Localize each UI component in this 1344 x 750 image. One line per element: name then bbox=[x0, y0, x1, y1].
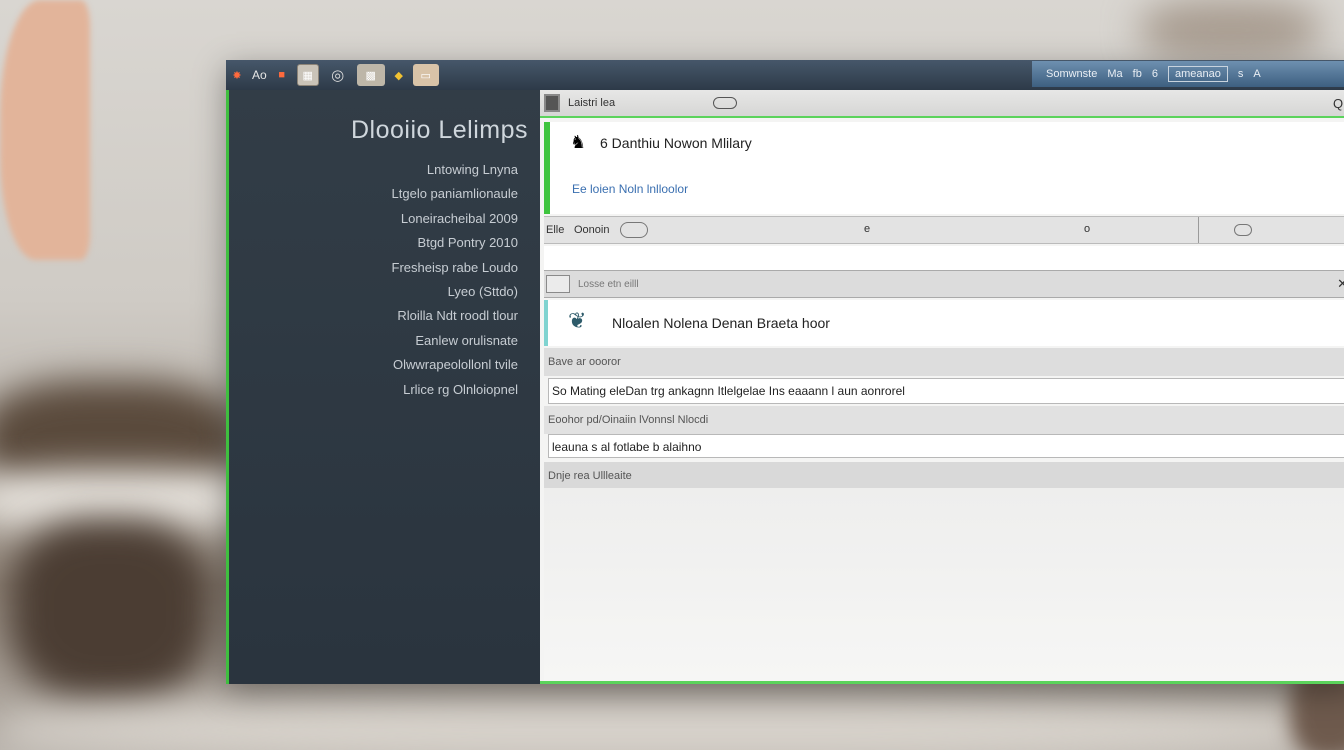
taskbar-app-label[interactable]: Ao bbox=[252, 68, 267, 82]
content-titlebar: Laistri lea Ql bbox=[540, 90, 1344, 118]
section-heading: Eoohor pd/Oinaiin lVonnsl Nlocdi bbox=[544, 406, 1344, 434]
background-floor bbox=[0, 700, 1344, 750]
toolbar-option[interactable]: e bbox=[864, 223, 870, 235]
toolbar-option[interactable]: o bbox=[1084, 223, 1090, 235]
corner-button[interactable]: Ql bbox=[1333, 96, 1344, 111]
background-lamp bbox=[1140, 0, 1320, 60]
tray-clock-box[interactable]: ameanao bbox=[1167, 66, 1228, 82]
section-heading: Bave ar oooror bbox=[544, 348, 1344, 376]
sidebar-item[interactable]: Lrlice rg Olnloiopnel bbox=[392, 378, 518, 402]
document-title: Nloalen Nolena Denan Braeta hoor bbox=[612, 315, 830, 331]
contact-avatar-icon: ♞ bbox=[570, 132, 587, 152]
tray-item[interactable]: s bbox=[1238, 68, 1244, 80]
flame-icon[interactable]: ✸ bbox=[230, 64, 244, 86]
sidebar-item[interactable]: Olwwrapeolollonl tvile bbox=[392, 353, 518, 377]
ring-app-icon[interactable]: ◎ bbox=[327, 64, 349, 86]
tray-item[interactable]: A bbox=[1253, 68, 1260, 80]
tray-item[interactable]: Ma bbox=[1107, 68, 1122, 80]
contact-card[interactable]: ♞ 6 Danthiu Nowon Mlilary Ee loien Noln … bbox=[544, 122, 1344, 214]
toggle-pill[interactable] bbox=[620, 222, 648, 238]
sidebar: Dlooiio Lelimps Lntowing Lnyna Ltgelo pa… bbox=[226, 90, 540, 684]
sidebar-item[interactable]: Lyeo (Sttdo) bbox=[392, 280, 518, 304]
photo-app-icon[interactable]: ▦ bbox=[296, 64, 319, 86]
taskbar-apps: ✸ Ao ■ ▦ ◎ ▩ ◆ ▭ bbox=[226, 64, 439, 86]
section-bar-label: Losse etn eilll bbox=[578, 279, 639, 290]
content-title: Laistri lea bbox=[568, 97, 616, 109]
section-bar: Losse etn eilll ✕ bbox=[544, 270, 1344, 298]
sidebar-item[interactable]: Lntowing Lnyna bbox=[392, 158, 518, 182]
image-app-icon[interactable]: ▩ bbox=[356, 64, 385, 86]
document-icon bbox=[544, 94, 560, 112]
taskbar: ✸ Ao ■ ▦ ◎ ▩ ◆ ▭ Somwnste Ma fb 6 ameana… bbox=[226, 60, 1344, 90]
sidebar-item[interactable]: Eanlew orulisnate bbox=[392, 329, 518, 353]
tray-item[interactable]: 6 bbox=[1152, 68, 1158, 80]
tab-options[interactable]: Oonoin bbox=[574, 224, 609, 236]
star-app-icon[interactable]: ◆ bbox=[393, 64, 405, 86]
sidebar-item[interactable]: Rloilla Ndt roodl tlour bbox=[392, 304, 518, 328]
leaf-icon: ❦ bbox=[568, 308, 587, 333]
empty-row bbox=[544, 246, 1344, 270]
sidebar-menu: Lntowing Lnyna Ltgelo paniamlionaule Lon… bbox=[392, 158, 518, 402]
contact-link[interactable]: Ee loien Noln lnlloolor bbox=[572, 182, 688, 196]
sidebar-item[interactable]: Btgd Pontry 2010 bbox=[392, 231, 518, 255]
sidebar-item[interactable]: Loneiracheibal 2009 bbox=[392, 207, 518, 231]
system-tray: Somwnste Ma fb 6 ameanao s A bbox=[1032, 61, 1344, 87]
sidebar-title: Dlooiio Lelimps bbox=[350, 116, 528, 144]
link-icon[interactable] bbox=[1234, 224, 1252, 236]
thumbnail-icon[interactable] bbox=[546, 275, 570, 293]
hand-holding-screen bbox=[0, 0, 90, 260]
close-icon[interactable]: ✕ bbox=[1337, 276, 1344, 292]
folder-app-icon[interactable]: ▭ bbox=[412, 64, 439, 86]
sidebar-item[interactable]: Ltgelo paniamlionaule bbox=[392, 182, 518, 206]
document-header: ❦ Nloalen Nolena Denan Braeta hoor bbox=[544, 300, 1344, 346]
section-heading: Dnje rea Ullleaite bbox=[544, 462, 1344, 488]
sidebar-item[interactable]: Fresheisp rabe Loudo bbox=[392, 256, 518, 280]
content-pane: Laistri lea Ql ♞ 6 Danthiu Nowon Mlilary… bbox=[540, 90, 1344, 684]
tab-file[interactable]: Elle bbox=[546, 224, 564, 236]
background-cabinet bbox=[10, 520, 210, 700]
text-field[interactable]: leauna s al fotlabe b alaihno bbox=[548, 434, 1344, 458]
app-window: ✸ Ao ■ ▦ ◎ ▩ ◆ ▭ Somwnste Ma fb 6 ameana… bbox=[226, 60, 1344, 684]
view-toggle[interactable] bbox=[713, 97, 738, 109]
contact-name: 6 Danthiu Nowon Mlilary bbox=[600, 135, 752, 151]
red-square-icon[interactable]: ■ bbox=[275, 64, 289, 86]
toolbar-row: Elle Oonoin e o bbox=[544, 216, 1344, 244]
tray-item[interactable]: fb bbox=[1133, 68, 1142, 80]
toolbar-divider bbox=[1198, 217, 1199, 243]
empty-content-area bbox=[544, 488, 1344, 681]
tray-label[interactable]: Somwnste bbox=[1046, 68, 1097, 80]
text-field[interactable]: So Mating eleDan trg ankagnn Itlelgelae … bbox=[548, 378, 1344, 404]
